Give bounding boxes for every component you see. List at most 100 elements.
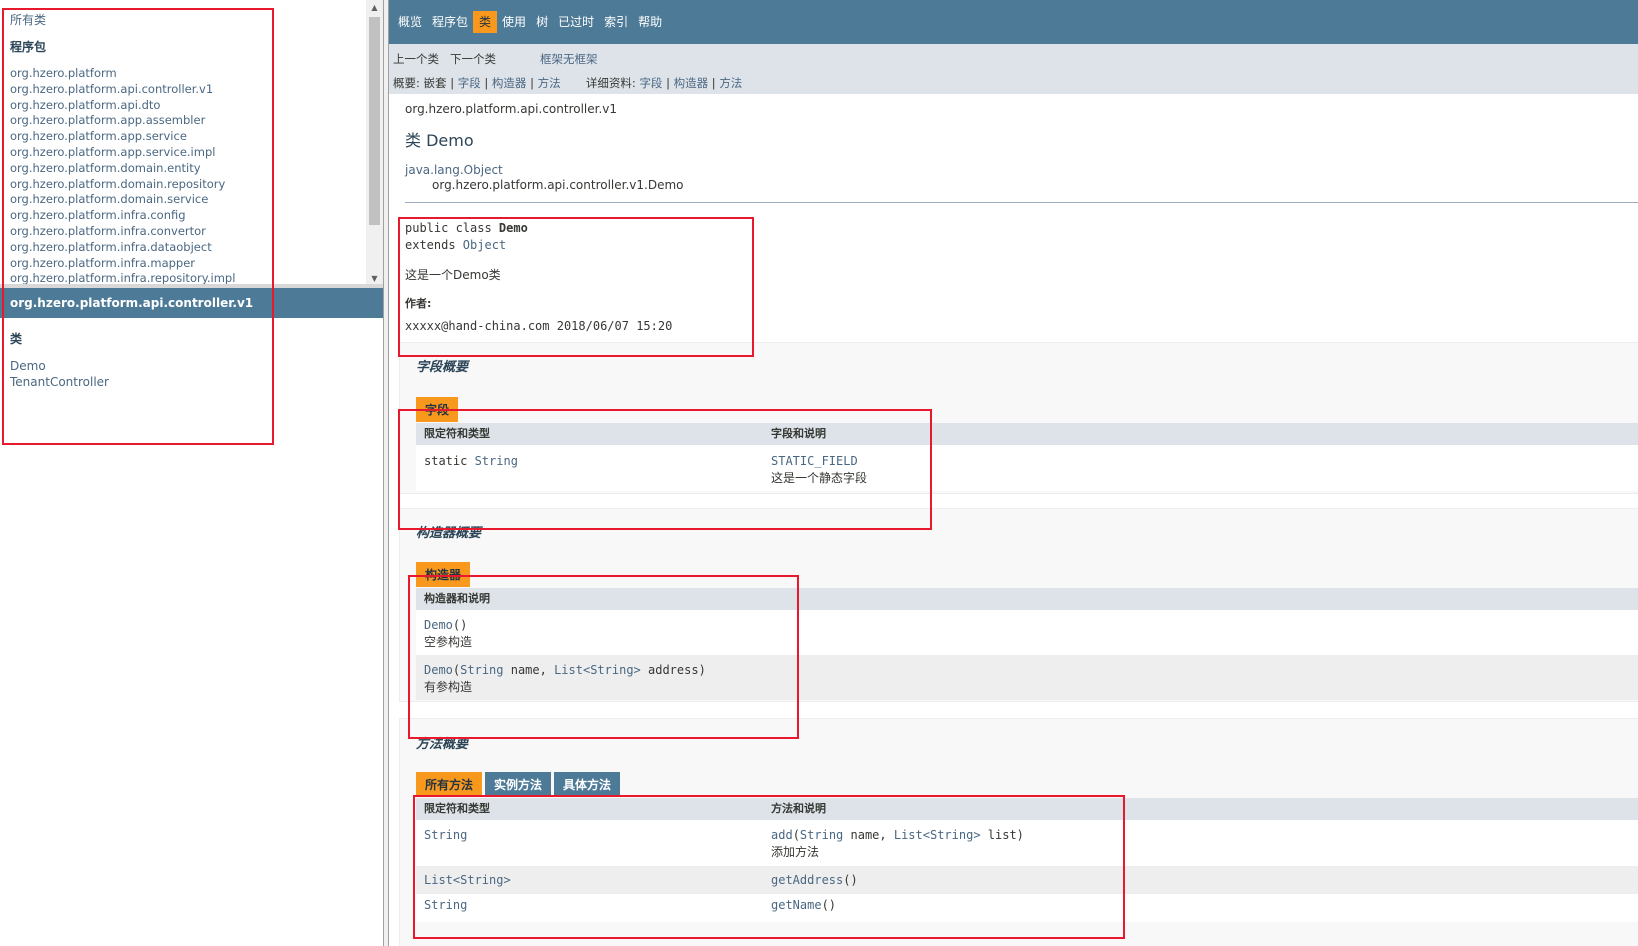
package-link[interactable]: org.hzero.platform.api.dto: [10, 98, 160, 112]
classes-frame: org.hzero.platform.api.controller.v1 类 D…: [0, 288, 383, 946]
sub-nav: 上一个类 下一个类 框架无框架 概要: 嵌套 | 字段 | 构造器 | 方法 详细资…: [389, 44, 1638, 94]
package-link[interactable]: org.hzero.platform: [10, 66, 117, 80]
method-desc: 添加方法: [771, 845, 820, 859]
package-link[interactable]: org.hzero.platform.app.assembler: [10, 113, 205, 127]
package-link[interactable]: org.hzero.platform.domain.repository: [10, 177, 225, 191]
class-link-tenantcontroller[interactable]: TenantController: [10, 375, 109, 389]
summary-field-link[interactable]: 字段: [458, 76, 481, 90]
constructor-desc: 有参构造: [424, 680, 473, 694]
next-class-link[interactable]: 下一个类: [450, 52, 496, 66]
param-type-link[interactable]: List<String>: [554, 663, 641, 677]
class-description: 这是一个Demo类: [405, 268, 501, 282]
constructor-link[interactable]: Demo: [424, 618, 453, 632]
table-row: String add(String name, List<String> lis…: [416, 820, 1638, 866]
packages-heading: 程序包: [10, 40, 47, 54]
scroll-up-icon[interactable]: ▲: [366, 0, 383, 15]
package-link[interactable]: org.hzero.platform.infra.convertor: [10, 224, 206, 238]
package-name: org.hzero.platform.api.controller.v1: [405, 102, 618, 116]
package-link[interactable]: org.hzero.platform.infra.mapper: [10, 256, 195, 270]
detail-constructor-link[interactable]: 构造器: [674, 76, 709, 90]
package-list: org.hzero.platform org.hzero.platform.ap…: [10, 66, 235, 286]
detail-field-link[interactable]: 字段: [639, 76, 662, 90]
method-link[interactable]: add: [771, 828, 793, 842]
package-link[interactable]: org.hzero.platform.app.service: [10, 129, 187, 143]
field-caption-tab: 字段: [416, 397, 459, 422]
inherit-self: org.hzero.platform.api.controller.v1.Dem…: [432, 178, 684, 192]
param-type-link[interactable]: String: [460, 663, 503, 677]
nav-package[interactable]: 程序包: [427, 11, 473, 33]
package-link[interactable]: org.hzero.platform.infra.config: [10, 208, 186, 222]
nav-use[interactable]: 使用: [497, 11, 531, 33]
constructor-link[interactable]: Demo: [424, 663, 453, 677]
table-row: List<String> getAddress(): [416, 866, 1638, 894]
constructor-summary-section: 构造器概要 构造器 构造器和说明 Demo() 空参构造 Demo(String…: [399, 508, 1638, 702]
decl-name: Demo: [498, 221, 528, 235]
scroll-thumb[interactable]: [369, 17, 380, 225]
tab-all-methods[interactable]: 所有方法: [416, 772, 483, 797]
field-desc: 这是一个静态字段: [771, 471, 868, 485]
method-params: (): [843, 873, 858, 887]
decl-super-link[interactable]: Object: [463, 238, 506, 252]
tab-instance-methods[interactable]: 实例方法: [485, 772, 552, 797]
package-link[interactable]: org.hzero.platform.app.service.impl: [10, 145, 215, 159]
nav-tree[interactable]: 树: [531, 11, 553, 33]
nav-deprecated[interactable]: 已过时: [553, 11, 599, 33]
separator: |: [666, 76, 670, 90]
package-link[interactable]: org.hzero.platform.api.controller.v1: [10, 82, 213, 96]
nav-index[interactable]: 索引: [599, 11, 633, 33]
col-constructor-desc: 构造器和说明: [424, 592, 490, 605]
table-row: Demo(String name, List<String> address) …: [416, 655, 1638, 700]
class-list: Demo TenantController: [10, 358, 109, 390]
detail-method-link[interactable]: 方法: [719, 76, 742, 90]
param-type-link[interactable]: String: [800, 828, 843, 842]
tab-concrete-methods[interactable]: 具体方法: [554, 772, 621, 797]
method-link[interactable]: getName: [771, 898, 822, 912]
summary-constructor-link[interactable]: 构造器: [492, 76, 527, 90]
constructor-params: (): [452, 618, 468, 632]
detail-label: 详细资料:: [585, 76, 636, 90]
col-modifier-type: 限定符和类型: [424, 802, 490, 815]
package-link[interactable]: org.hzero.platform.domain.service: [10, 192, 208, 206]
nav-overview[interactable]: 概览: [393, 11, 427, 33]
method-summary-heading: 方法概要: [416, 737, 469, 752]
packages-frame: 所有类 程序包 org.hzero.platform org.hzero.pla…: [0, 0, 383, 286]
package-title-bar[interactable]: org.hzero.platform.api.controller.v1: [0, 288, 383, 318]
method-summary-section: 方法概要 所有方法 实例方法 具体方法 限定符和类型 方法和说明 String …: [399, 718, 1638, 946]
frames-link[interactable]: 框架: [540, 52, 563, 66]
return-type-link[interactable]: String: [424, 898, 467, 912]
package-link[interactable]: org.hzero.platform.infra.dataobject: [10, 240, 212, 254]
return-type-link[interactable]: String: [424, 828, 467, 842]
table-row: Demo() 空参构造: [416, 610, 1638, 655]
constructor-summary-heading: 构造器概要: [416, 526, 482, 541]
param-name: address): [640, 663, 706, 677]
field-type-link[interactable]: String: [475, 454, 518, 468]
separator: |: [450, 76, 455, 90]
separator: |: [484, 76, 489, 90]
nav-help[interactable]: 帮助: [633, 11, 667, 33]
top-nav: 概览 程序包 类 使用 树 已过时 索引 帮助: [389, 0, 1638, 44]
decl-extends: extends: [405, 238, 463, 252]
constructor-desc: 空参构造: [424, 635, 473, 649]
col-method-desc: 方法和说明: [771, 802, 826, 815]
inherit-parent-link[interactable]: java.lang.Object: [405, 163, 503, 177]
divider: [405, 202, 1638, 203]
param-name: name,: [503, 663, 555, 677]
summary-label: 概要:: [393, 76, 420, 90]
author-value: xxxxx@hand-china.com 2018/06/07 15:20: [405, 319, 673, 333]
prev-class-link[interactable]: 上一个类: [393, 52, 439, 66]
field-name-link[interactable]: STATIC_FIELD: [771, 454, 858, 468]
field-table-header: 限定符和类型 字段和说明: [416, 423, 1638, 445]
table-row: static String STATIC_FIELD 这是一个静态字段: [416, 445, 1638, 491]
class-link-demo[interactable]: Demo: [10, 359, 46, 373]
method-link[interactable]: getAddress: [771, 873, 843, 887]
no-frames-link[interactable]: 无框架: [563, 52, 598, 66]
scrollbar[interactable]: ▲ ▼: [366, 0, 383, 286]
param-type-link[interactable]: List<String>: [894, 828, 981, 842]
method-params: (): [821, 898, 837, 912]
return-type-link[interactable]: List<String>: [424, 873, 511, 887]
constructor-caption-tab: 构造器: [416, 562, 471, 587]
summary-method-link[interactable]: 方法: [538, 76, 561, 90]
field-summary-heading: 字段概要: [416, 360, 469, 375]
package-link[interactable]: org.hzero.platform.domain.entity: [10, 161, 201, 175]
all-classes-link[interactable]: 所有类: [10, 11, 46, 28]
